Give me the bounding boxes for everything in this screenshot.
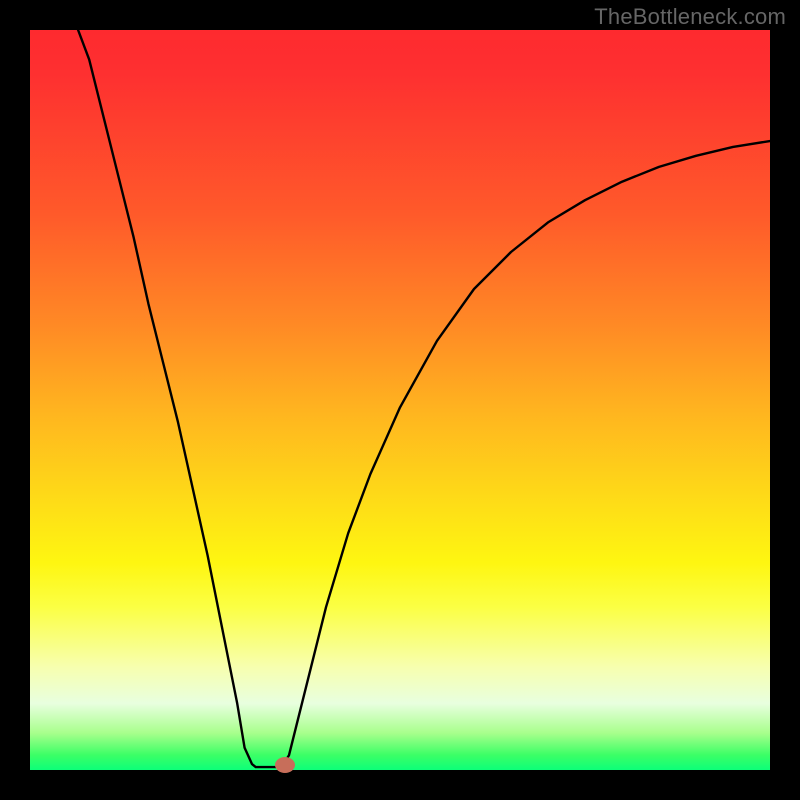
curve-path bbox=[78, 30, 770, 767]
valley-marker-dot bbox=[275, 757, 295, 773]
bottleneck-curve bbox=[30, 30, 770, 770]
chart-frame: TheBottleneck.com bbox=[0, 0, 800, 800]
watermark-label: TheBottleneck.com bbox=[594, 4, 786, 30]
